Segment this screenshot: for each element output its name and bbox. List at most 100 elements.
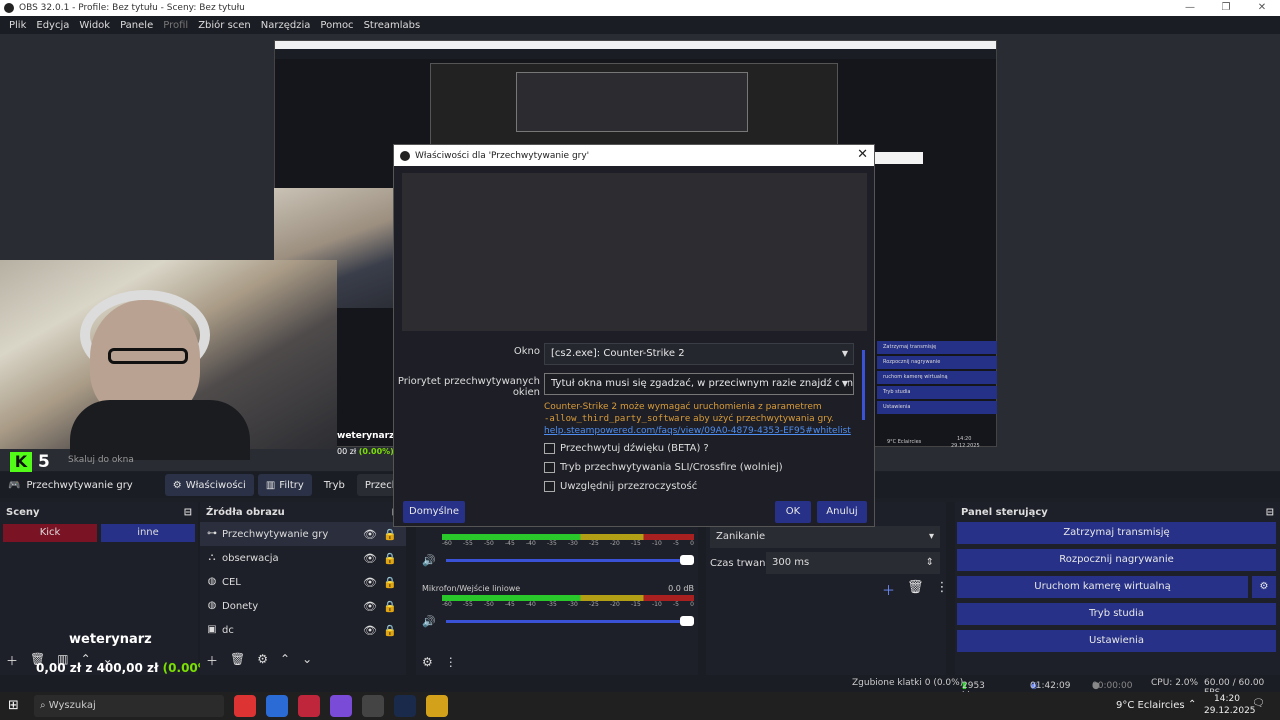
menu-edit[interactable]: Edycja — [31, 20, 74, 31]
window-title: OBS 32.0.1 - Profile: Bez tytułu - Sceny… — [19, 3, 245, 13]
tray-chevron-icon[interactable]: ⌃ — [1188, 699, 1196, 710]
clock-time[interactable]: 14:20 — [1214, 694, 1240, 704]
visibility-eye-icon[interactable]: 👁 — [360, 624, 380, 637]
maximize-button[interactable]: ❐ — [1208, 0, 1244, 16]
more-icon[interactable]: ⋮ — [445, 655, 457, 669]
dialog-scrollbar[interactable] — [862, 350, 865, 420]
move-up-icon[interactable]: ⌃ — [280, 652, 290, 669]
sli-mode-checkbox[interactable]: Tryb przechwytywania SLI/Crossfire (woln… — [544, 462, 783, 473]
meter-scale: -60 -55 -50 -45 -40 -35 -30 -25 -20 -15 -10 -5 0 — [442, 540, 694, 547]
transparency-checkbox[interactable]: Uwzględnij przezroczystość — [544, 481, 697, 492]
start-recording-button[interactable]: Rozpocznij nagrywanie — [957, 549, 1276, 571]
menu-docks[interactable]: Panele — [115, 20, 158, 31]
source-item[interactable]: ⊶ Przechwytywanie gry 👁 🔒 — [200, 522, 406, 546]
taskbar-search[interactable]: ⌕ Wyszukaj — [34, 695, 224, 717]
visibility-eye-icon[interactable]: 👁 — [360, 576, 380, 589]
menu-profile[interactable]: Profil — [158, 20, 193, 31]
priority-combo[interactable]: Tytuł okna musi się zgadzać, w przeciwny… — [544, 373, 854, 395]
capture-audio-checkbox[interactable]: Przechwytuj dźwięku (BETA)? — [544, 443, 709, 454]
defaults-button[interactable]: Domyślne — [403, 501, 465, 523]
duration-spinner[interactable]: 300 ms ⇕ — [766, 552, 940, 574]
nested-controls: Zatrzymaj transmisję Rozpocznij nagrywan… — [877, 341, 997, 414]
properties-button[interactable]: ⚙ Właściwości — [164, 474, 254, 496]
dialog-title-bar: Właściwości dla 'Przechwytywanie gry' ✕ — [394, 145, 874, 166]
transition-combo[interactable]: Zanikanie ▾ — [710, 526, 940, 548]
mini-button: Ustawienia — [877, 401, 997, 414]
move-down-icon[interactable]: ⌄ — [302, 652, 312, 669]
close-button[interactable]: ✕ — [1244, 0, 1280, 16]
lock-icon[interactable]: 🔒 — [380, 624, 400, 637]
visibility-eye-icon[interactable]: 👁 — [360, 600, 380, 613]
weather[interactable]: 9°C Eclaircies — [1116, 700, 1185, 711]
menu-help[interactable]: Pomoc — [315, 20, 358, 31]
remove-transition-icon[interactable]: 🗑 — [907, 580, 924, 599]
app-icon[interactable] — [298, 695, 320, 717]
source-properties-icon[interactable]: ⚙ — [257, 652, 268, 669]
spinner-icon: ⇕ — [925, 557, 934, 568]
volume-slider[interactable] — [445, 555, 694, 565]
menu-file[interactable]: Plik — [4, 20, 31, 31]
lock-icon[interactable]: 🔒 — [380, 528, 400, 541]
chrome-icon[interactable] — [234, 695, 256, 717]
minimize-button[interactable]: — — [1172, 0, 1208, 16]
gamepad-icon: ⊶ — [207, 528, 217, 539]
mini-button: Tryb studia — [877, 386, 997, 399]
scene-overlay-money: 0,00 zł z 400,00 zł (0.00%) — [36, 661, 216, 675]
volume-meter — [442, 534, 694, 540]
menu-view[interactable]: Widok — [74, 20, 115, 31]
source-item[interactable]: ◍ CEL 👁 🔒 — [200, 570, 406, 594]
mixer-settings-icon[interactable]: ⚙ — [422, 655, 433, 669]
lock-icon[interactable]: 🔒 — [380, 600, 400, 613]
app-icon[interactable] — [266, 695, 288, 717]
add-scene-icon[interactable]: ＋ — [6, 652, 18, 669]
menu-streamlabs[interactable]: Streamlabs — [359, 20, 426, 31]
add-transition-icon[interactable]: ＋ — [882, 580, 895, 599]
stop-streaming-button[interactable]: Zatrzymaj transmisję — [957, 522, 1276, 544]
scene-inne[interactable]: inne — [101, 524, 195, 542]
clock-date[interactable]: 29.12.2025 — [1204, 706, 1256, 716]
visibility-eye-icon[interactable]: 👁 — [360, 552, 380, 565]
studio-mode-button[interactable]: Tryb studia — [957, 603, 1276, 625]
windows-start-icon[interactable]: ⊞ — [8, 698, 19, 713]
steam-icon[interactable] — [394, 695, 416, 717]
filters-button[interactable]: ▥ Filtry — [257, 474, 312, 496]
undock-icon[interactable]: ⊟ — [184, 507, 192, 518]
shirt — [70, 400, 250, 460]
lock-icon[interactable]: 🔒 — [380, 552, 400, 565]
source-item[interactable]: ▣ dc 👁 🔒 — [200, 618, 406, 642]
app-icon[interactable] — [330, 695, 352, 717]
scale-combo[interactable]: Skaluj do okna — [68, 455, 134, 465]
window-label: Okno — [513, 346, 540, 357]
cancel-button[interactable]: Anuluj — [817, 501, 867, 523]
more-icon[interactable]: ⋮ — [936, 580, 949, 599]
window-combo[interactable]: [cs2.exe]: Counter-Strike 2 ▼ — [544, 343, 854, 365]
steam-help-link[interactable]: help.steampowered.com/faqs/view/09A0-487… — [544, 426, 851, 436]
menu-tools[interactable]: Narzędzia — [256, 20, 316, 31]
undock-icon[interactable]: ⊟ — [1266, 507, 1274, 518]
gear-icon[interactable]: ⚙ — [1252, 576, 1276, 598]
app-icon[interactable] — [426, 695, 448, 717]
help-icon: ? — [703, 443, 709, 454]
add-source-icon[interactable]: ＋ — [206, 652, 218, 669]
source-item[interactable]: ⛬ obserwacja 👁 🔒 — [200, 546, 406, 570]
volume-slider[interactable] — [445, 616, 694, 626]
start-virtual-camera-button[interactable]: Uruchom kamerę wirtualną — [957, 576, 1248, 598]
warning-text: Counter-Strike 2 może wymagać uruchomien… — [544, 402, 851, 436]
speaker-icon[interactable]: 🔊 — [422, 554, 436, 567]
scene-kick[interactable]: Kick — [3, 524, 97, 542]
obs-icon[interactable] — [362, 695, 384, 717]
source-item[interactable]: ◍ Donety 👁 🔒 — [200, 594, 406, 618]
mixer-channel: -60 -55 -50 -45 -40 -35 -30 -25 -20 -15 -10 -5 0 🔊 — [422, 534, 694, 567]
lock-icon[interactable]: 🔒 — [380, 576, 400, 589]
settings-button[interactable]: Ustawienia — [957, 630, 1276, 652]
menu-scene-collection[interactable]: Zbiór scen — [193, 20, 256, 31]
visibility-eye-icon[interactable]: 👁 — [360, 528, 380, 541]
notifications-icon[interactable]: 🗨 — [1252, 698, 1265, 709]
close-icon[interactable]: ✕ — [857, 147, 868, 162]
globe-icon: ◍ — [207, 576, 217, 587]
speaker-icon[interactable]: 🔊 — [422, 615, 436, 628]
group-icon: ⛬ — [208, 552, 216, 563]
remove-source-icon[interactable]: 🗑 — [230, 652, 245, 669]
mixer-channel-mic: Mikrofon/Wejście liniowe 0.0 dB -60 -55 -5… — [422, 584, 694, 628]
ok-button[interactable]: OK — [775, 501, 811, 523]
